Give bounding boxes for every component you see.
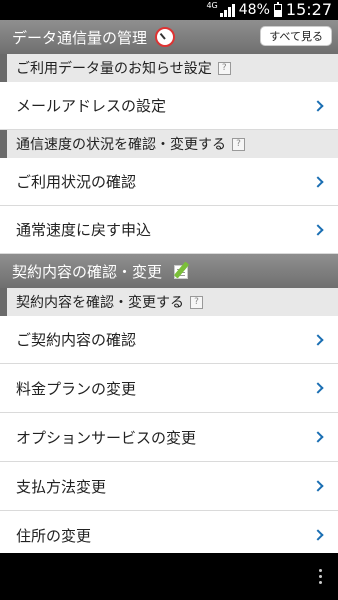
chevron-right-icon [312, 529, 324, 541]
status-bar: 4G 48% 15:27 [0, 0, 338, 20]
list-item-payment-change[interactable]: 支払方法変更 [0, 462, 338, 511]
help-icon[interactable]: ? [190, 295, 203, 309]
navigation-bar [0, 553, 338, 600]
section-header-data-usage: データ通信量の管理 すべて見る [0, 20, 338, 54]
chevron-right-icon [312, 175, 324, 188]
status-icons: 4G 48% 15:27 [206, 1, 332, 19]
list-item-label: 住所の変更 [16, 526, 92, 545]
subheader-speed-status: 通信速度の状況を確認・変更する ? [0, 130, 338, 158]
list-item-label: メールアドレスの設定 [16, 97, 167, 115]
list-item-address-change[interactable]: 住所の変更 [0, 511, 338, 553]
subheader-data-notice: ご利用データ量のお知らせ設定 ? [0, 54, 338, 82]
list-item-restore-speed[interactable]: 通常速度に戻す申込 [0, 206, 338, 254]
chevron-right-icon [312, 99, 324, 112]
list-item-label: 通常速度に戻す申込 [16, 221, 152, 239]
chevron-right-icon [312, 333, 324, 346]
speedometer-icon [155, 27, 176, 47]
list-item-label: ご利用状況の確認 [16, 173, 137, 191]
help-icon[interactable]: ? [232, 137, 245, 151]
clock: 15:27 [285, 0, 332, 19]
chevron-right-icon [312, 223, 324, 236]
list-item-label: オプションサービスの変更 [16, 428, 197, 447]
subheader-title: 通信速度の状況を確認・変更する [16, 137, 226, 153]
list-item-email-settings[interactable]: メールアドレスの設定 [0, 82, 338, 130]
help-icon[interactable]: ? [217, 61, 231, 75]
section-title: データ通信量の管理 [12, 28, 148, 47]
signal-icon [219, 3, 235, 17]
subheader-title: 契約内容を確認・変更する [16, 295, 184, 311]
subheader-contract: 契約内容を確認・変更する ? [0, 288, 338, 316]
edit-icon [172, 261, 192, 281]
list-item-contract-check[interactable]: ご契約内容の確認 [0, 316, 338, 364]
battery-percent: 48% [238, 2, 270, 18]
network-type: 4G [206, 1, 218, 10]
chevron-right-icon [312, 382, 324, 394]
list-item-label: ご契約内容の確認 [16, 331, 137, 349]
chevron-right-icon [312, 431, 324, 443]
list-item-option-change[interactable]: オプションサービスの変更 [0, 413, 338, 462]
overflow-menu-icon[interactable] [319, 569, 322, 584]
battery-icon [273, 1, 282, 17]
chevron-right-icon [312, 480, 324, 492]
section-header-contract: 契約内容の確認・変更 [0, 254, 338, 288]
main-content: データ通信量の管理 すべて見る ご利用データ量のお知らせ設定 ? メールアドレス… [0, 20, 338, 553]
list-item-usage-check[interactable]: ご利用状況の確認 [0, 158, 338, 206]
list-item-plan-change[interactable]: 料金プランの変更 [0, 364, 338, 413]
see-all-button[interactable]: すべて見る [260, 26, 332, 46]
subheader-title: ご利用データ量のお知らせ設定 [16, 61, 212, 77]
section-title: 契約内容の確認・変更 [12, 262, 163, 281]
list-item-label: 支払方法変更 [16, 477, 107, 496]
list-item-label: 料金プランの変更 [16, 379, 137, 398]
